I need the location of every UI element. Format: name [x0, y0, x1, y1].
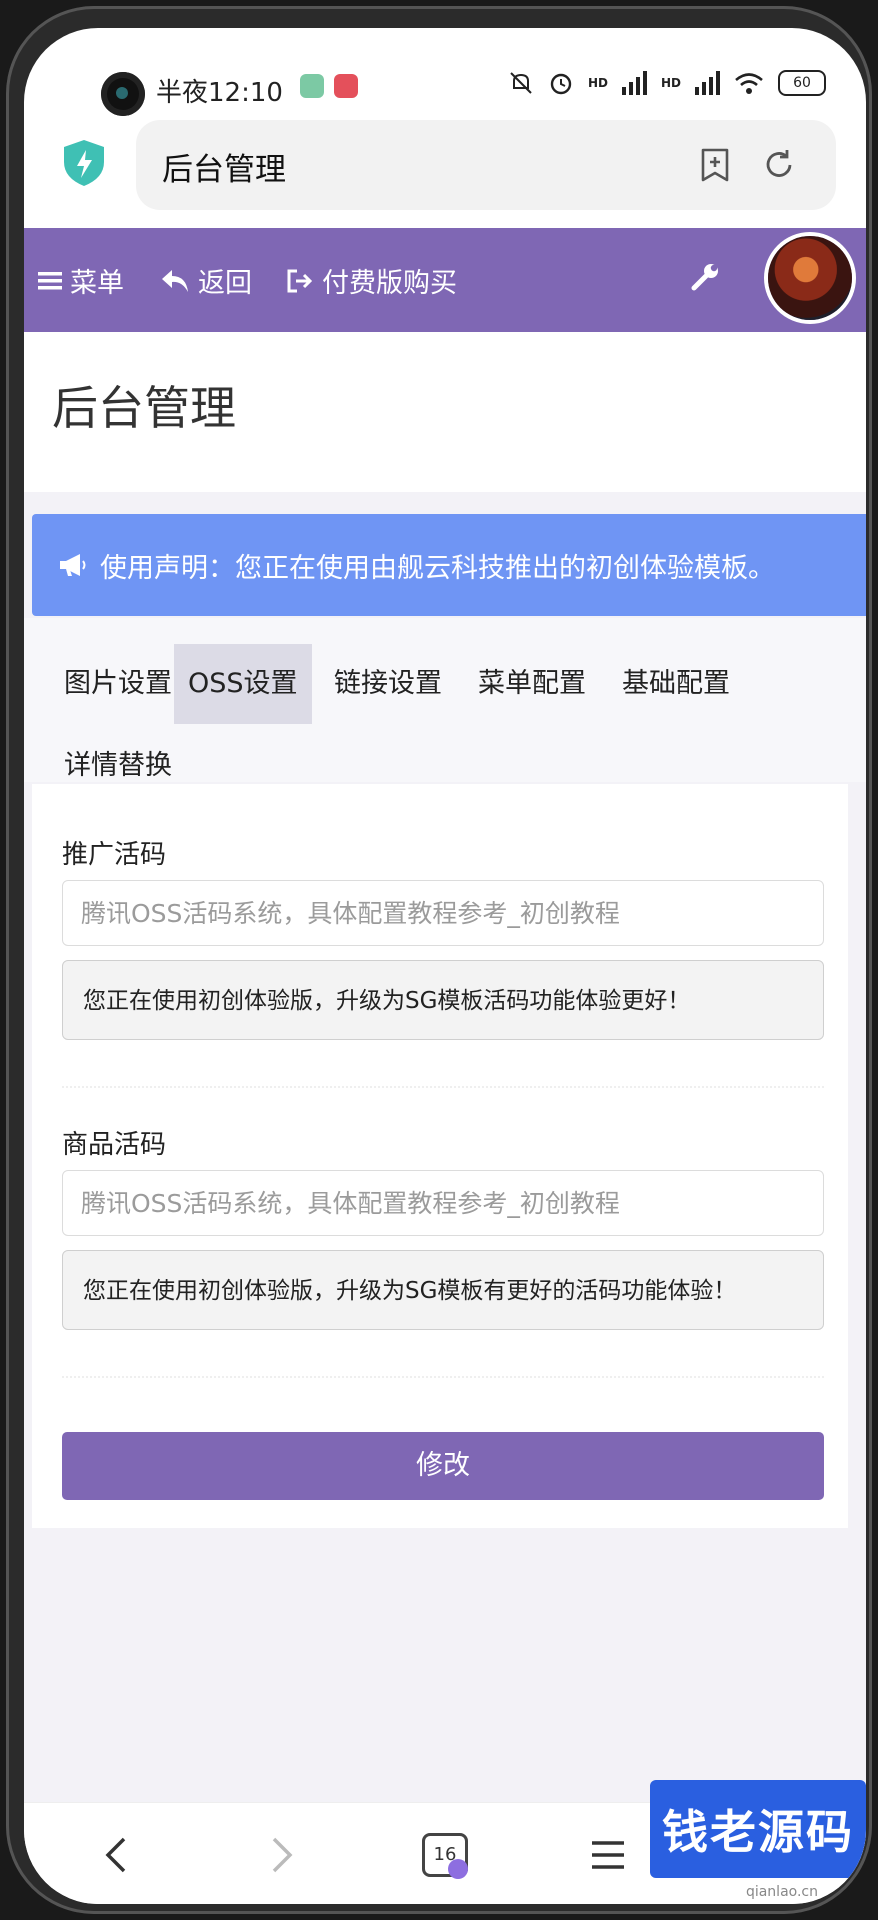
back-arrow-icon[interactable]: [94, 1831, 142, 1879]
promo-code-input[interactable]: 腾讯OSS活码系统，具体配置教程参考_初创教程: [62, 880, 824, 946]
front-camera: [101, 72, 145, 116]
signal-icon: [621, 71, 647, 95]
alarm-icon: [550, 73, 572, 95]
ghost-badge-icon: [448, 1859, 468, 1879]
phone-frame: 半夜12:10 HD HD 60 后台管理 菜单 返回 付费版购买 后台管理 使…: [6, 6, 872, 1914]
bell-muted-icon: [510, 72, 532, 94]
tab-menu-config[interactable]: 菜单配置: [464, 644, 600, 724]
usage-notice: 使用声明：您正在使用由舰云科技推出的初创体验模板。: [32, 514, 866, 616]
oss-form: 推广活码 腾讯OSS活码系统，具体配置教程参考_初创教程 您正在使用初创体验版，…: [32, 784, 848, 1528]
back-button[interactable]: 返回: [160, 261, 252, 300]
settings-tabs: 图片设置 OSS设置 链接设置 菜单配置 基础配置 详情替换: [24, 618, 866, 782]
cloud-app-icon: [300, 74, 324, 98]
menu-button[interactable]: 菜单: [38, 261, 124, 300]
forward-arrow-icon[interactable]: [256, 1831, 304, 1879]
screen: 半夜12:10 HD HD 60 后台管理 菜单 返回 付费版购买 后台管理 使…: [24, 28, 866, 1904]
product-code-note: 您正在使用初创体验版，升级为SG模板有更好的活码功能体验！: [62, 1250, 824, 1330]
notice-text: 使用声明：您正在使用由舰云科技推出的初创体验模板。: [100, 552, 775, 584]
hd-badge-2: HD: [660, 76, 681, 90]
wifi-icon: [735, 73, 763, 94]
product-code-input[interactable]: 腾讯OSS活码系统，具体配置教程参考_初创教程: [62, 1170, 824, 1236]
hd-badge: HD: [587, 76, 608, 90]
status-time: 半夜12:10: [156, 78, 283, 108]
menu-lines-icon[interactable]: [584, 1831, 632, 1879]
status-right: HD HD 60: [508, 70, 826, 96]
tab-link-settings[interactable]: 链接设置: [320, 644, 456, 724]
back-label: 返回: [198, 268, 252, 299]
promo-code-note: 您正在使用初创体验版，升级为SG模板活码功能体验更好！: [62, 960, 824, 1040]
sign-out-icon: [287, 269, 313, 292]
tab-oss-settings[interactable]: OSS设置: [174, 644, 312, 724]
submit-button[interactable]: 修改: [62, 1432, 824, 1500]
buy-label: 付费版购买: [322, 268, 457, 299]
signal-icon-2: [695, 71, 720, 95]
address-bar[interactable]: 后台管理: [136, 120, 836, 210]
watermark-logo: 钱老源码: [650, 1780, 866, 1878]
divider: [62, 1086, 824, 1088]
promo-code-label: 推广活码: [62, 840, 167, 870]
hamburger-icon: [38, 271, 62, 289]
battery-icon: 60: [778, 70, 826, 96]
menu-label: 菜单: [70, 268, 124, 299]
product-code-label: 商品活码: [62, 1130, 167, 1160]
divider: [62, 1376, 824, 1378]
shop-app-icon: [334, 74, 358, 98]
wrench-icon[interactable]: [690, 262, 720, 292]
top-navbar: 菜单 返回 付费版购买: [24, 228, 866, 332]
avatar[interactable]: [768, 236, 852, 320]
refresh-icon[interactable]: [760, 146, 798, 184]
reply-arrow-icon: [162, 269, 188, 292]
page-title: 后台管理: [52, 381, 236, 435]
page-header: 后台管理: [24, 332, 866, 492]
buy-button[interactable]: 付费版购买: [286, 261, 457, 300]
security-shield-icon[interactable]: [62, 138, 106, 188]
watermark-url: qianlao.cn: [745, 1884, 818, 1900]
bookmark-add-icon[interactable]: [696, 146, 734, 184]
address-title: 后台管理: [162, 152, 286, 188]
megaphone-icon: [60, 554, 86, 576]
page-content: 后台管理 使用声明：您正在使用由舰云科技推出的初创体验模板。 图片设置 OSS设…: [24, 332, 866, 1802]
tab-image-settings[interactable]: 图片设置: [50, 644, 186, 724]
tab-basic-config[interactable]: 基础配置: [608, 644, 744, 724]
